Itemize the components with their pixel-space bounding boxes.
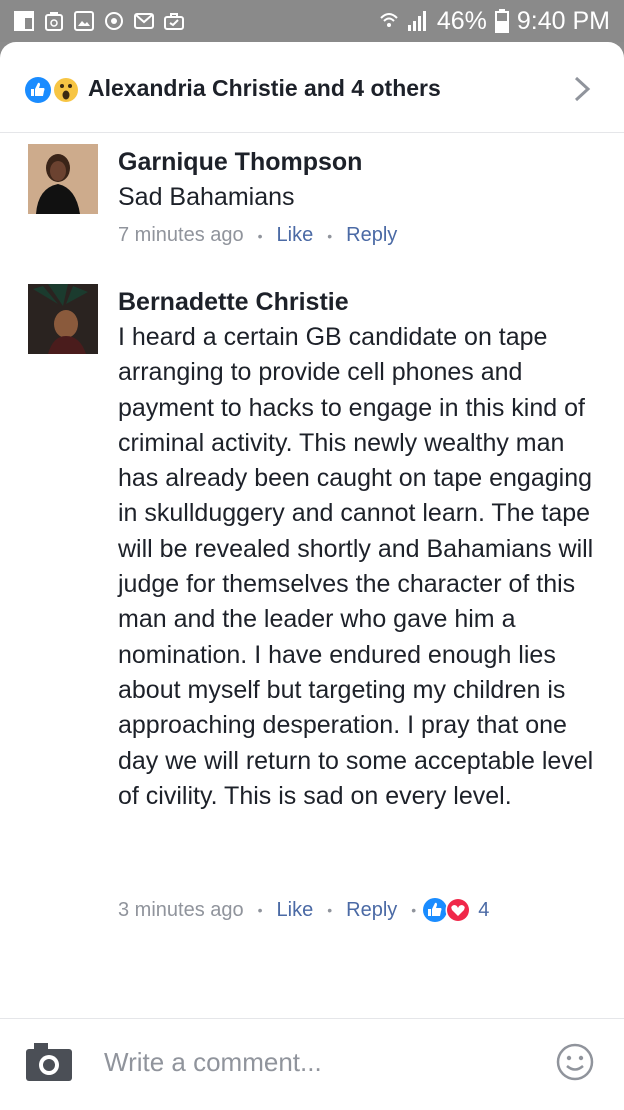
notification-icons [14, 9, 184, 33]
separator-dot: • [411, 902, 417, 918]
separator-dot: • [257, 902, 263, 918]
sync-icon [105, 12, 123, 30]
comment-reactions[interactable] [422, 897, 472, 923]
chevron-right-icon[interactable] [570, 75, 594, 103]
comment-meta: 7 minutes ago • Like • Reply [118, 224, 397, 247]
comments-panel: Alexandria Christie and 4 others Garniqu… [0, 42, 624, 1110]
wifi-icon [380, 13, 398, 27]
reply-button[interactable]: Reply [346, 224, 397, 247]
clock: 9:40 PM [516, 6, 610, 35]
emoji-icon[interactable] [556, 1043, 594, 1081]
status-bar: 46% 9:40 PM [0, 0, 624, 42]
reply-button[interactable]: Reply [346, 899, 397, 922]
like-button[interactable]: Like [277, 899, 314, 922]
separator-dot: • [257, 227, 263, 244]
comment-timestamp: 7 minutes ago [118, 224, 244, 246]
wow-icon [52, 76, 80, 104]
reactions-summary-text: Alexandria Christie and 4 others [88, 75, 441, 101]
comment-text: Sad Bahamians [118, 183, 295, 211]
comment-composer: Write a comment... [0, 1018, 624, 1110]
signal-icon [407, 11, 426, 31]
comment-author[interactable]: Garnique Thompson [118, 148, 362, 177]
reactions-summary[interactable]: Alexandria Christie and 4 others [0, 42, 624, 133]
comment-text: I heard a certain GB candidate on tape a… [118, 323, 594, 810]
reaction-icons [25, 76, 80, 104]
separator-dot: • [327, 227, 333, 244]
camera-icon[interactable] [26, 1043, 72, 1081]
system-indicators: 46% 9:40 PM [379, 6, 610, 36]
avatar[interactable] [28, 144, 98, 214]
like-icon [423, 898, 448, 922]
comment-timestamp: 3 minutes ago [118, 898, 244, 921]
flipboard-icon [14, 11, 34, 31]
comment-input[interactable]: Write a comment... [104, 1047, 322, 1078]
recycle-icon [45, 12, 63, 31]
like-button[interactable]: Like [277, 224, 314, 247]
comment-meta: 3 minutes ago • Like • Reply • 4 [118, 897, 489, 923]
separator-dot: • [327, 902, 333, 918]
avatar[interactable] [28, 284, 98, 354]
image-icon [74, 11, 94, 31]
battery-percent: 46% [436, 6, 487, 35]
battery-icon [494, 9, 509, 33]
love-icon [445, 897, 471, 923]
briefcase-icon [164, 13, 184, 30]
reaction-count[interactable]: 4 [478, 899, 489, 922]
comment-author[interactable]: Bernadette Christie [118, 288, 349, 317]
like-icon [25, 77, 51, 103]
mail-icon [134, 13, 154, 29]
